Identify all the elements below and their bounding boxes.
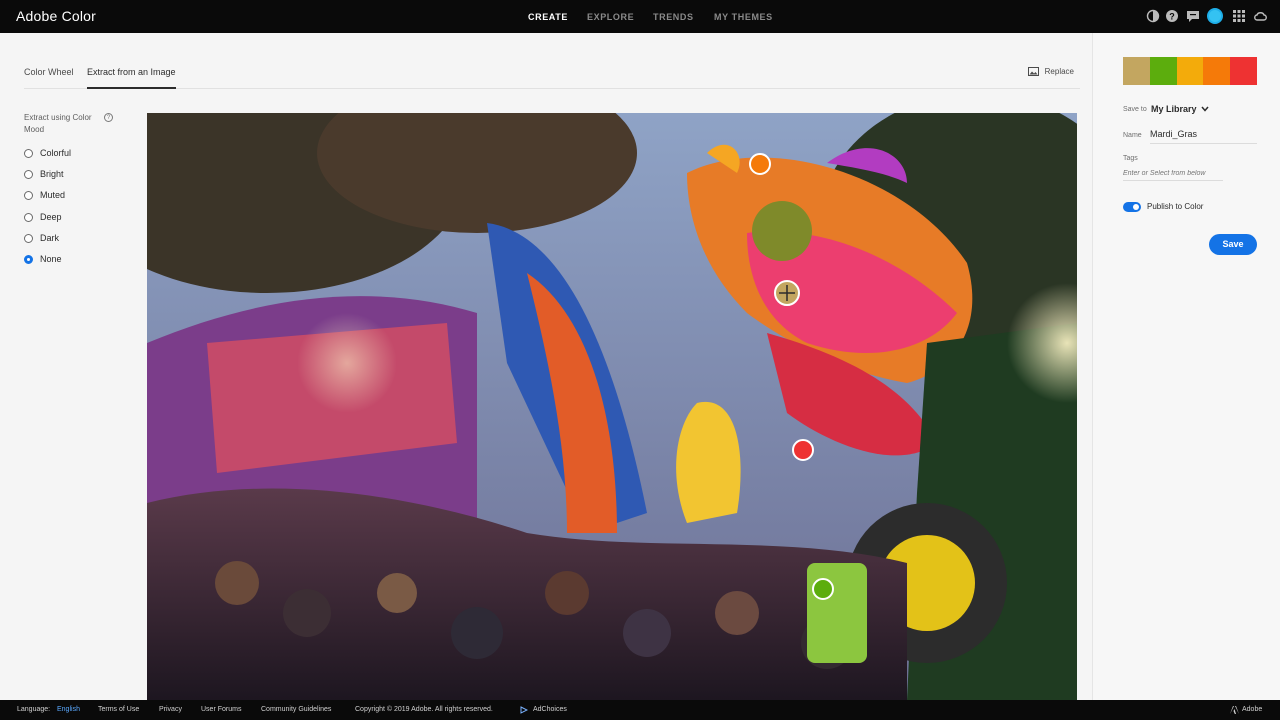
mode-tabs: Color Wheel Extract from an Image	[24, 63, 1080, 89]
mood-title: Extract using Color Mood	[24, 113, 92, 134]
adchoices-icon[interactable]	[520, 706, 529, 716]
image-icon	[1027, 67, 1039, 76]
apps-grid-icon[interactable]	[1232, 9, 1246, 23]
help-icon[interactable]: ?	[1165, 9, 1179, 23]
svg-text:?: ?	[1169, 12, 1175, 22]
publish-toggle[interactable]	[1123, 202, 1141, 212]
library-dropdown[interactable]: My Library	[1151, 104, 1209, 114]
footer-link-terms[interactable]: Terms of Use	[98, 706, 139, 713]
mood-option-label: Deep	[40, 212, 62, 222]
mood-option-dark[interactable]: Dark	[24, 233, 59, 243]
footer: Language: English Terms of Use Privacy U…	[0, 700, 1280, 720]
mood-option-bright[interactable]: Bright	[24, 169, 64, 179]
swatch-5[interactable]	[1230, 57, 1257, 85]
swatch-2[interactable]	[1149, 57, 1177, 85]
radio-icon[interactable]	[24, 190, 33, 200]
tags-label: Tags	[1123, 155, 1138, 162]
swatch-1[interactable]	[1123, 57, 1150, 85]
swatch-3[interactable]	[1176, 57, 1204, 85]
radio-icon[interactable]	[24, 169, 33, 179]
tags-input[interactable]	[1123, 170, 1223, 181]
tab-extract-from-image[interactable]: Extract from an Image	[87, 67, 176, 89]
mood-option-deep[interactable]: Deep	[24, 212, 62, 222]
sample-point[interactable]	[812, 578, 834, 600]
top-bar: Adobe Color CREATE EXPLORE TRENDS MY THE…	[0, 0, 1280, 33]
copyright: Copyright © 2019 Adobe. All rights reser…	[355, 706, 493, 713]
footer-link-guidelines[interactable]: Community Guidelines	[261, 706, 331, 713]
mood-option-none[interactable]: None	[24, 254, 62, 264]
language-label: Language:	[17, 706, 51, 713]
adobe-logo-icon	[1230, 706, 1239, 716]
color-swatches	[1123, 57, 1257, 85]
theme-name-field[interactable]: Mardi_Gras	[1150, 129, 1257, 144]
adchoices-link[interactable]: AdChoices	[533, 706, 567, 713]
feedback-icon[interactable]	[1186, 9, 1200, 23]
mood-option-colorful[interactable]: Colorful	[24, 148, 71, 158]
chevron-down-icon	[1200, 106, 1209, 112]
mood-option-label: Colorful	[40, 148, 72, 158]
footer-brand: Adobe	[1242, 706, 1263, 713]
footer-link-forums[interactable]: User Forums	[201, 706, 241, 713]
tab-color-wheel[interactable]: Color Wheel	[24, 67, 74, 87]
replace-button[interactable]: Replace	[1027, 67, 1074, 76]
mood-help-icon[interactable]: ?	[104, 113, 113, 122]
mood-option-label: Muted	[40, 190, 66, 200]
app-title[interactable]: Adobe Color	[16, 8, 96, 24]
footer-link-privacy[interactable]: Privacy	[159, 706, 182, 713]
name-label: Name	[1123, 132, 1142, 139]
radio-icon[interactable]	[24, 212, 33, 222]
nav-create[interactable]: CREATE	[528, 12, 568, 22]
save-to-label: Save to	[1123, 106, 1147, 113]
nav-my-themes[interactable]: MY THEMES	[714, 12, 773, 22]
library-dropdown-value: My Library	[1151, 104, 1197, 114]
main-nav: CREATE EXPLORE TRENDS MY THEMES	[0, 0, 1280, 33]
theme-icon[interactable]	[1146, 9, 1160, 23]
radio-icon[interactable]	[24, 148, 33, 158]
replace-label: Replace	[1044, 67, 1074, 76]
mood-option-muted[interactable]: Muted	[24, 190, 65, 200]
creative-cloud-icon[interactable]	[1253, 9, 1267, 23]
mood-option-label: Bright	[40, 169, 64, 179]
nav-explore[interactable]: EXPLORE	[587, 12, 634, 22]
radio-icon[interactable]	[24, 233, 33, 243]
mood-option-label: Dark	[40, 233, 60, 243]
language-selector[interactable]: English	[57, 706, 80, 713]
publish-label: Publish to Color	[1147, 202, 1204, 211]
source-image[interactable]	[147, 113, 1077, 700]
avatar[interactable]	[1207, 8, 1223, 24]
theme-panel: Save to My Library Name Mardi_Gras Tags …	[1092, 33, 1280, 700]
swatch-4[interactable]	[1203, 57, 1231, 85]
main-panel: Color Wheel Extract from an Image Replac…	[0, 33, 1092, 700]
radio-icon[interactable]	[24, 254, 33, 264]
save-button[interactable]: Save	[1209, 234, 1257, 255]
nav-trends[interactable]: TRENDS	[653, 12, 694, 22]
sample-point[interactable]	[792, 439, 814, 461]
mood-option-label: None	[40, 254, 62, 264]
sample-point[interactable]	[749, 153, 771, 175]
